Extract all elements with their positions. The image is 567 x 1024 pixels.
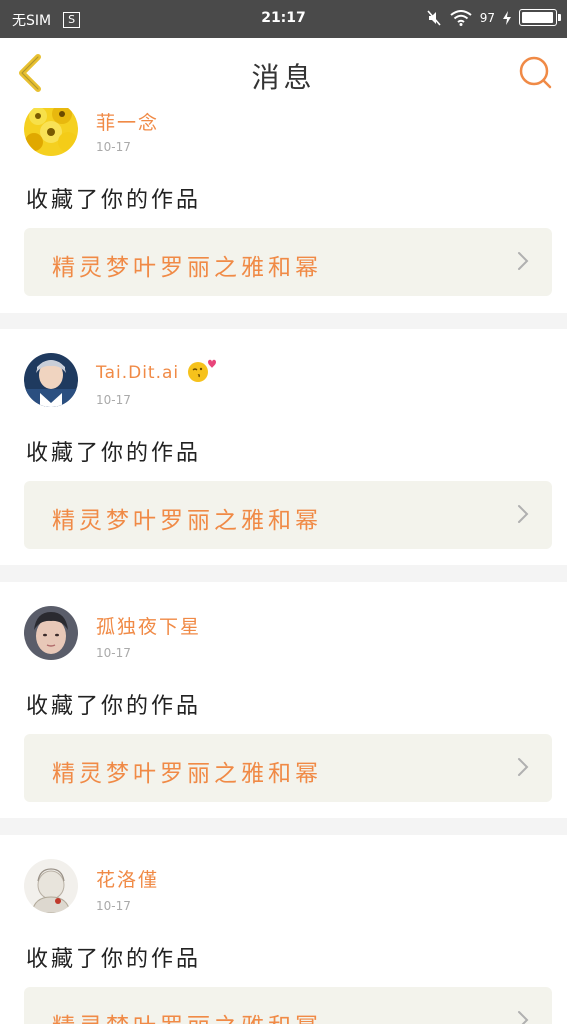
chevron-right-icon — [518, 252, 529, 270]
username[interactable]: 花洛僅 — [96, 865, 159, 892]
work-link[interactable]: 精灵梦叶罗丽之雅和幂 — [24, 481, 552, 549]
work-title: 精灵梦叶罗丽之雅和幂 — [52, 508, 322, 534]
work-title: 精灵梦叶罗丽之雅和幂 — [52, 1007, 322, 1024]
work-title: 精灵梦叶罗丽之雅和幂 — [52, 255, 322, 281]
username[interactable]: Tai.Dit.ai — [96, 359, 216, 383]
username-text: Tai.Dit.ai — [96, 363, 180, 383]
battery-fill — [522, 12, 553, 23]
avatar[interactable] — [24, 859, 78, 913]
wifi-icon — [450, 9, 472, 26]
avatar[interactable] — [24, 606, 78, 660]
message-list[interactable]: 菲一念 10-17 收藏了你的作品 精灵梦叶罗丽之雅和幂 Tai.Dit.ai — [0, 108, 567, 1024]
search-button[interactable] — [517, 54, 553, 90]
message-date: 10-17 — [96, 899, 131, 913]
message-card: 花洛僅 10-17 收藏了你的作品 精灵梦叶罗丽之雅和幂 — [0, 835, 567, 1024]
status-bar: 无SIM S 21:17 97 — [0, 0, 567, 38]
avatar[interactable] — [24, 353, 78, 407]
username[interactable]: 孤独夜下星 — [96, 612, 201, 639]
username[interactable]: 菲一念 — [96, 108, 159, 135]
kiss-emoji-icon — [187, 359, 216, 382]
avatar-image — [24, 353, 78, 407]
page-title: 消息 — [251, 61, 316, 94]
message-card: Tai.Dit.ai 10-17 收藏了你的作品 精灵梦叶罗丽之雅和幂 — [0, 329, 567, 565]
work-link[interactable]: 精灵梦叶罗丽之雅和幂 — [24, 734, 552, 802]
message-card: 孤独夜下星 10-17 收藏了你的作品 精灵梦叶罗丽之雅和幂 — [0, 582, 567, 818]
avatar[interactable] — [24, 108, 78, 156]
message-date: 10-17 — [96, 393, 131, 407]
charging-icon — [503, 10, 511, 25]
status-right: 97 — [426, 9, 561, 26]
message-action: 收藏了你的作品 — [26, 694, 202, 719]
mute-icon — [427, 9, 441, 26]
work-link[interactable]: 精灵梦叶罗丽之雅和幂 — [24, 987, 552, 1024]
chevron-right-icon — [518, 505, 529, 523]
search-icon — [519, 56, 552, 89]
battery-percent: 97 — [479, 10, 495, 25]
avatar-image — [24, 859, 78, 913]
work-title: 精灵梦叶罗丽之雅和幂 — [52, 761, 322, 787]
chevron-right-icon — [518, 758, 529, 776]
message-action: 收藏了你的作品 — [26, 188, 202, 213]
battery-icon — [519, 9, 561, 26]
avatar-image — [24, 108, 78, 156]
message-action: 收藏了你的作品 — [26, 947, 202, 972]
work-link[interactable]: 精灵梦叶罗丽之雅和幂 — [24, 228, 552, 296]
message-date: 10-17 — [96, 140, 131, 154]
message-date: 10-17 — [96, 646, 131, 660]
message-card: 菲一念 10-17 收藏了你的作品 精灵梦叶罗丽之雅和幂 — [0, 108, 567, 313]
message-action: 收藏了你的作品 — [26, 441, 202, 466]
chevron-right-icon — [518, 1011, 529, 1024]
avatar-image — [24, 606, 78, 660]
nav-header: 消息 — [0, 38, 567, 109]
